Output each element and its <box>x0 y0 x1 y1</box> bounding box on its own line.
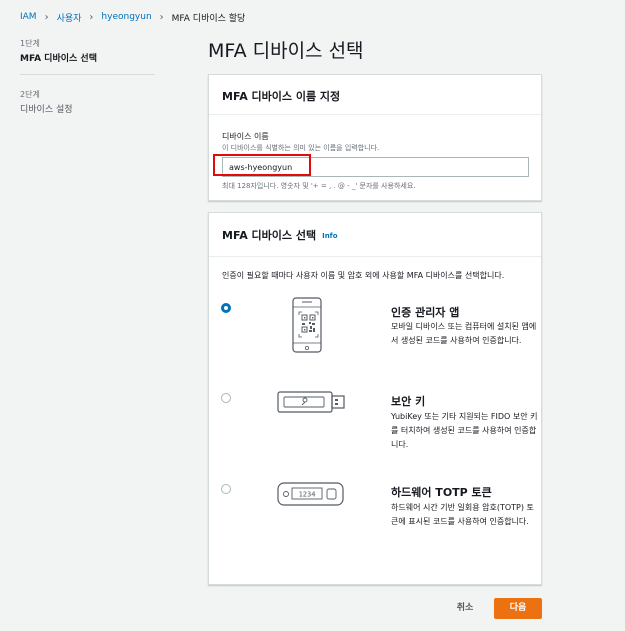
chevron-right-icon: › <box>89 11 94 23</box>
panel-title: MFA 디바이스 이름 지정 <box>222 90 341 103</box>
panel-header: MFA 디바이스 선택 Info <box>209 213 541 257</box>
smartphone-qr-icon <box>292 297 322 353</box>
option-title: 보안 키 <box>391 395 426 408</box>
token-display-text: 1234 <box>299 491 316 499</box>
step-1-number: 1단계 <box>20 39 40 48</box>
page-title: MFA 디바이스 선택 <box>208 40 364 62</box>
device-name-label: 디바이스 이름 <box>222 132 269 141</box>
step-1-label: MFA 디바이스 선택 <box>20 54 97 64</box>
usb-security-key-icon <box>277 391 345 413</box>
chevron-right-icon: › <box>44 11 49 23</box>
device-name-panel: MFA 디바이스 이름 지정 디바이스 이름 이 디바이스를 식별하는 의미 있… <box>208 74 542 201</box>
breadcrumb-link-iam[interactable]: IAM <box>20 12 37 22</box>
chevron-right-icon: › <box>159 11 164 23</box>
radio-security-key[interactable] <box>221 393 231 403</box>
breadcrumb-link-users[interactable]: 사용자 <box>57 11 82 24</box>
radio-hardware-totp[interactable] <box>221 484 231 494</box>
next-button[interactable]: 다음 <box>494 598 542 619</box>
option-title: 인증 관리자 앱 <box>391 306 460 319</box>
panel-title: MFA 디바이스 선택 Info <box>222 227 338 243</box>
panel-title-text: MFA 디바이스 선택 <box>222 229 317 242</box>
hardware-token-icon: 1234 <box>277 482 344 506</box>
device-name-input[interactable] <box>222 157 529 177</box>
breadcrumb: IAM › 사용자 › hyeongyun › MFA 디바이스 할당 <box>20 10 245 24</box>
radio-authenticator-app[interactable] <box>221 303 231 313</box>
device-select-panel: MFA 디바이스 선택 Info 인증이 필요할 때마다 사용자 이름 및 암호 … <box>208 212 542 585</box>
info-link[interactable]: Info <box>322 232 337 240</box>
step-2-number: 2단계 <box>20 90 40 99</box>
step-divider <box>20 74 155 75</box>
option-description: 모바일 디바이스 또는 컴퓨터에 설치된 앱에서 생성된 코드를 사용하여 인증… <box>391 322 537 345</box>
option-title: 하드웨어 TOTP 토큰 <box>391 486 492 499</box>
intro-text: 인증이 필요할 때마다 사용자 이름 및 암호 외에 사용할 MFA 디바이스를… <box>222 271 505 280</box>
step-2-label: 디바이스 설정 <box>20 105 73 115</box>
device-name-constraint: 최대 128자입니다. 영숫자 및 '+ = , . @ - _' 문자를 사용… <box>222 182 416 190</box>
device-name-description: 이 디바이스를 식별하는 의미 있는 이름을 입력합니다. <box>222 144 380 152</box>
panel-header: MFA 디바이스 이름 지정 <box>209 75 541 115</box>
option-description: 하드웨어 시간 기반 일회용 암호(TOTP) 토큰에 표시된 코드를 사용하여… <box>391 503 534 526</box>
cancel-button[interactable]: 취소 <box>448 598 482 619</box>
breadcrumb-link-user[interactable]: hyeongyun <box>101 12 151 22</box>
option-description: YubiKey 또는 기타 지원되는 FIDO 보안 키를 터치하여 생성된 코… <box>391 412 538 449</box>
breadcrumb-current: MFA 디바이스 할당 <box>171 13 246 24</box>
